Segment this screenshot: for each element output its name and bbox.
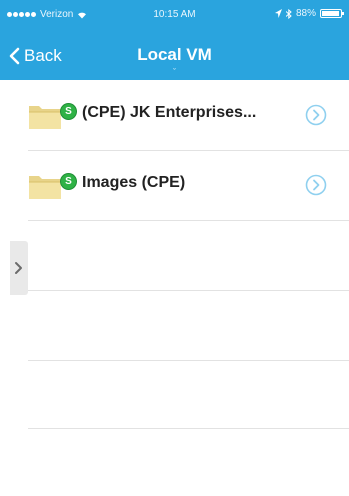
sync-badge-icon: [61, 104, 76, 119]
status-right-group: 88%: [274, 8, 344, 19]
detail-disclosure-icon[interactable]: [305, 104, 327, 126]
location-arrow-icon: [274, 9, 282, 18]
row-divider: [28, 290, 349, 291]
battery-icon: [320, 9, 344, 18]
folder-icon: [29, 176, 61, 199]
detail-disclosure-icon[interactable]: [305, 174, 327, 196]
row-divider: [28, 220, 349, 221]
row-divider: [28, 428, 349, 429]
title-dropdown-caret-icon[interactable]: ˇ: [0, 68, 349, 77]
sync-badge-icon: [61, 174, 76, 189]
bluetooth-icon: [285, 8, 292, 19]
list-item-label: (CPE) JK Enterprises...: [82, 104, 257, 121]
status-bar: Verizon 10:15 AM 88%: [0, 0, 349, 30]
list-item-label: Images (CPE): [82, 174, 186, 191]
side-drawer-handle[interactable]: [10, 241, 28, 295]
navigation-header: Verizon 10:15 AM 88% Back Local VM ˇ: [0, 0, 349, 80]
folder-icon: [29, 106, 61, 129]
battery-percent: 88%: [295, 8, 316, 19]
row-divider: [28, 360, 349, 361]
list-item[interactable]: (CPE) JK Enterprises...: [0, 80, 349, 150]
list-item[interactable]: Images (CPE): [0, 150, 349, 220]
page-title[interactable]: Local VM: [0, 45, 349, 65]
chevron-right-icon: [15, 262, 22, 274]
